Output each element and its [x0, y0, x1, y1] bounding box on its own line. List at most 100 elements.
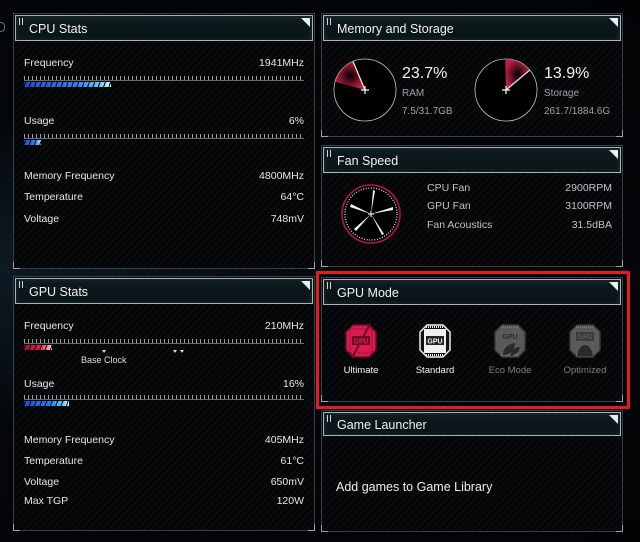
gpu-mode-header[interactable]: GPU Mode: [323, 279, 621, 305]
cpu-stats-panel: CPU Stats Frequency 1941MHz Usage 6% Mem…: [13, 13, 315, 269]
panel-title: CPU Stats: [29, 22, 88, 36]
svg-text:GPU: GPU: [502, 334, 517, 341]
stat-value: 61°C: [280, 455, 304, 467]
max-clock-marker: [180, 350, 184, 353]
stat-label: Temperature: [24, 191, 83, 203]
panel-title: Fan Speed: [337, 154, 399, 168]
gpu-mode-ultimate[interactable]: GPU Ultimate: [326, 323, 396, 376]
mode-label: Ultimate: [343, 365, 379, 376]
ram-percent: 23.7%: [402, 65, 448, 82]
stat-row: Voltage 748mV: [24, 213, 304, 225]
cpu-frequency-label: Frequency: [24, 57, 74, 69]
stat-label: Memory Frequency: [24, 170, 115, 182]
drag-grip-icon[interactable]: [19, 281, 23, 288]
gpu-frequency-value: 210MHz: [264, 320, 304, 332]
gpu-mode-standard[interactable]: GPU Standard: [400, 323, 470, 376]
stat-value: 4800MHz: [259, 170, 304, 182]
cpu-frequency-bar: [24, 82, 111, 87]
stat-label: Memory Frequency: [24, 434, 115, 446]
panel-corner-icon[interactable]: [609, 415, 618, 424]
gpu-eco-icon: GPU: [494, 324, 526, 358]
gpu-usage-value: 16%: [282, 378, 304, 390]
stat-row: Memory Frequency 405MHz: [24, 434, 304, 446]
fan-value: 2900RPM: [565, 182, 612, 194]
stat-label: Temperature: [24, 455, 83, 467]
panel-corner-icon[interactable]: [301, 18, 310, 27]
stat-value: 120W: [276, 495, 304, 507]
svg-text:GPU: GPU: [427, 339, 442, 346]
ram-detail: 7.5/31.7GB: [402, 106, 453, 117]
stat-row: Voltage 650mV: [24, 476, 304, 488]
mode-label: Standard: [415, 365, 455, 376]
panel-title: Game Launcher: [337, 418, 427, 432]
gpu-frequency-bar: [24, 345, 52, 350]
fan-label: Fan Acoustics: [427, 219, 493, 231]
gpu-usage-label: Usage: [24, 378, 55, 390]
storage-detail: 261.7/1884.6G: [544, 106, 611, 117]
storage-percent: 13.9%: [544, 65, 590, 82]
gpu-stats-panel: GPU Stats Frequency 210MHz Base Clock Us…: [13, 276, 315, 531]
cpu-usage-bar: [24, 140, 41, 145]
ram-gauge: [333, 58, 397, 122]
panel-corner-icon[interactable]: [609, 18, 618, 27]
stat-value: 650mV: [270, 476, 304, 488]
fan-label: GPU Fan: [427, 200, 471, 212]
gpu-frequency-scale: [24, 339, 304, 344]
panel-title: GPU Stats: [29, 285, 89, 299]
fan-value: 3100RPM: [565, 200, 612, 212]
cpu-usage-scale: [24, 134, 304, 139]
panel-corner-icon[interactable]: [609, 282, 618, 291]
panel-title: Memory and Storage: [337, 22, 454, 36]
drag-grip-icon[interactable]: [327, 282, 331, 289]
memory-storage-header[interactable]: Memory and Storage: [323, 15, 621, 41]
memory-storage-panel: Memory and Storage 23.7% RAM 7.5/31.7GB …: [321, 13, 623, 137]
fan-value: 31.5dBA: [571, 219, 612, 231]
fan-row: GPU Fan 3100RPM: [427, 200, 612, 212]
gpu-usage-row: Usage 16%: [24, 378, 304, 390]
boost-clock-marker: [173, 350, 177, 353]
drag-grip-icon[interactable]: [327, 18, 331, 25]
fan-row: CPU Fan 2900RPM: [427, 182, 612, 194]
fan-speed-header[interactable]: Fan Speed: [323, 147, 621, 173]
cpu-usage-row: Usage 6%: [24, 115, 304, 127]
svg-text:GPU: GPU: [577, 334, 592, 341]
mode-label: Optimized: [563, 365, 607, 376]
stat-row: Temperature 61°C: [24, 455, 304, 467]
stat-value: 405MHz: [264, 434, 304, 446]
game-launcher-panel: Game Launcher Add games to Game Library: [321, 410, 623, 532]
gpu-mode-optimized[interactable]: GPU Optimized: [550, 323, 620, 376]
game-launcher-header[interactable]: Game Launcher: [323, 412, 621, 436]
panel-corner-icon[interactable]: [301, 281, 310, 290]
gpu-mode-eco[interactable]: GPU Eco Mode: [475, 323, 545, 376]
fan-row: Fan Acoustics 31.5dBA: [427, 219, 612, 231]
gpu-optimized-icon: GPU: [569, 324, 601, 358]
panel-title: GPU Mode: [337, 286, 399, 300]
gpu-stats-header[interactable]: GPU Stats: [15, 278, 313, 304]
stat-row: Temperature 64°C: [24, 191, 304, 203]
drag-grip-icon[interactable]: [327, 150, 331, 157]
cpu-frequency-value: 1941MHz: [259, 57, 304, 69]
fan-icon: [341, 184, 401, 244]
gpu-mode-panel: GPU Mode GPU Ultimate GPU Standard GPU E…: [321, 277, 623, 402]
stat-row: Memory Frequency 4800MHz: [24, 170, 304, 182]
panel-corner-icon[interactable]: [609, 150, 618, 159]
cpu-stats-header[interactable]: CPU Stats: [15, 15, 313, 41]
storage-label: Storage: [544, 88, 580, 99]
side-tab-icon[interactable]: [0, 22, 5, 32]
gpu-usage-bar: [24, 401, 69, 406]
svg-text:GPU: GPU: [353, 339, 368, 346]
fan-speed-panel: Fan Speed CPU Fan 2900RPM GPU Fan 3100RP…: [321, 145, 623, 267]
stat-label: Max TGP: [24, 495, 69, 507]
ram-label: RAM: [402, 88, 425, 99]
fan-label: CPU Fan: [427, 182, 471, 194]
base-clock-marker: [102, 350, 106, 353]
mode-label: Eco Mode: [488, 365, 532, 376]
drag-grip-icon[interactable]: [327, 415, 331, 422]
stat-row: Max TGP 120W: [24, 495, 304, 507]
stat-label: Voltage: [24, 213, 60, 225]
gpu-frequency-row: Frequency 210MHz: [24, 320, 304, 332]
stat-label: Voltage: [24, 476, 60, 488]
gpu-frequency-label: Frequency: [24, 320, 74, 332]
add-games-link[interactable]: Add games to Game Library: [336, 480, 492, 494]
drag-grip-icon[interactable]: [19, 18, 23, 25]
